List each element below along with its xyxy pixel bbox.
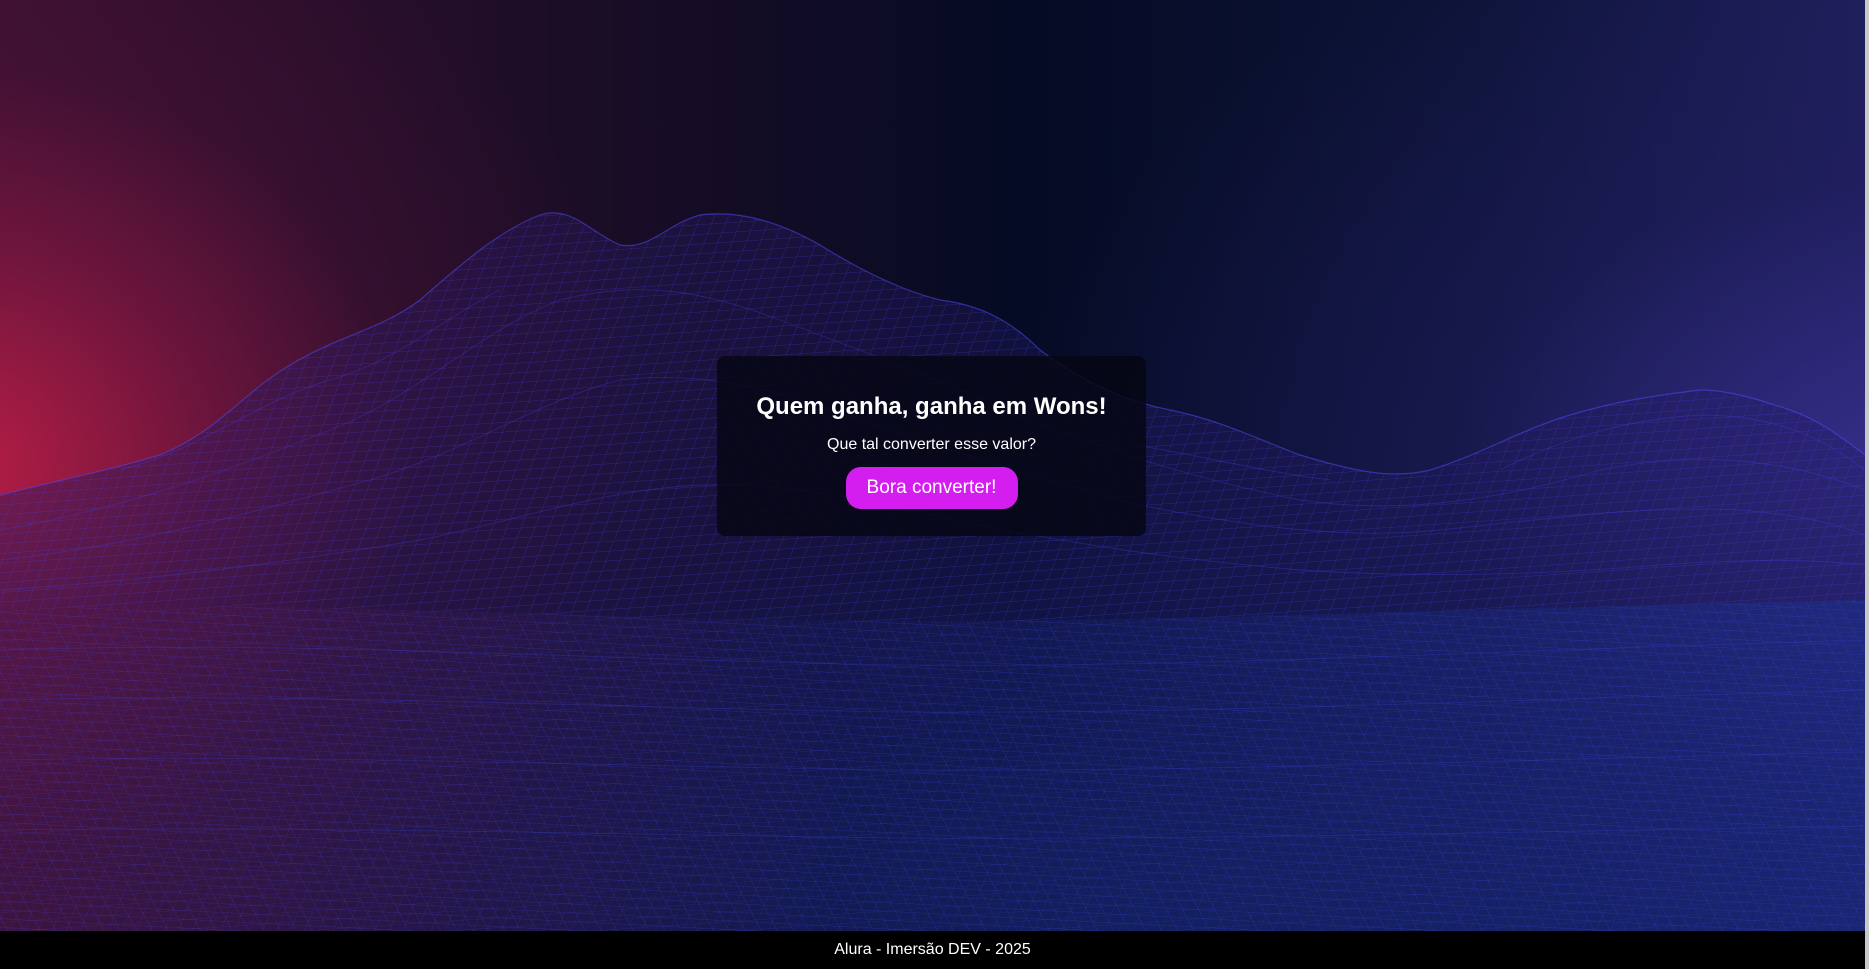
hero-background: Quem ganha, ganha em Wons! Que tal conve… xyxy=(0,0,1865,931)
converter-card: Quem ganha, ganha em Wons! Que tal conve… xyxy=(717,356,1146,536)
convert-button[interactable]: Bora converter! xyxy=(845,467,1018,509)
card-title: Quem ganha, ganha em Wons! xyxy=(756,393,1107,420)
scrollbar[interactable] xyxy=(1865,0,1869,969)
page: Quem ganha, ganha em Wons! Que tal conve… xyxy=(0,0,1869,969)
footer-text: Alura - Imersão DEV - 2025 xyxy=(834,941,1031,958)
card-subtitle: Que tal converter esse valor? xyxy=(827,436,1036,453)
footer: Alura - Imersão DEV - 2025 xyxy=(0,931,1865,969)
